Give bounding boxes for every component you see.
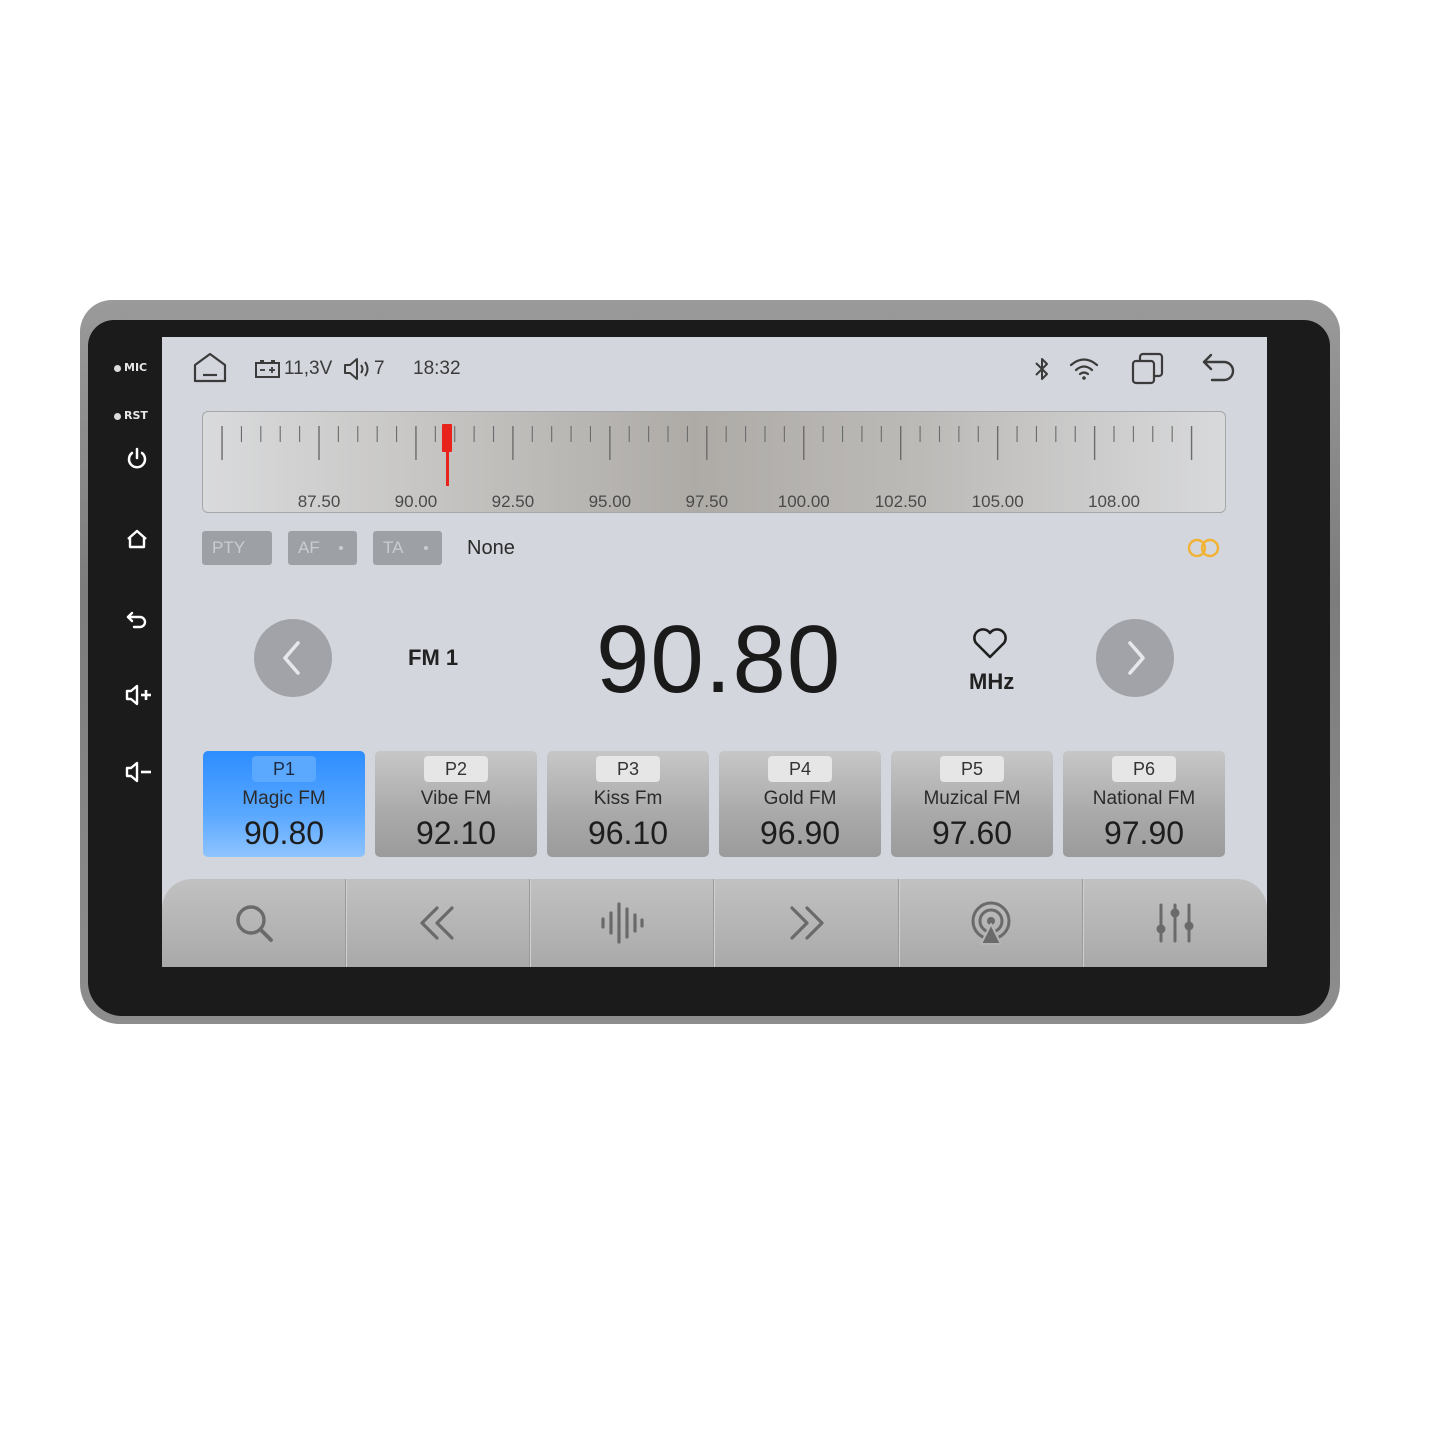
dial-tick-label: 108.00: [1088, 492, 1140, 511]
preset-p5[interactable]: P5 Muzical FM 97.60: [891, 751, 1053, 857]
volume-up-icon[interactable]: [122, 681, 156, 709]
wifi-icon[interactable]: [1068, 355, 1100, 386]
preset-slot: P3: [596, 756, 660, 782]
prev-station-button[interactable]: [254, 619, 332, 697]
frequency-needle[interactable]: [441, 424, 452, 486]
heart-icon[interactable]: [971, 625, 1009, 666]
battery-icon: [254, 358, 282, 385]
voltage-text: 11,3V: [284, 358, 333, 379]
preset-p3[interactable]: P3 Kiss Fm 96.10: [547, 751, 709, 857]
dial-tick-label: 95.00: [588, 492, 632, 511]
bluetooth-icon[interactable]: [1032, 355, 1052, 388]
frequency-unit: MHz: [969, 669, 1015, 694]
volume-level: 7: [374, 358, 385, 379]
seek-forward-icon: [790, 906, 824, 940]
broadcast-icon: [971, 901, 1011, 945]
preset-name: Gold FM: [763, 788, 837, 809]
pty-button[interactable]: PTY: [202, 531, 272, 565]
radio-screen: 11,3V 7 18:32 87.50 90.00 92.50 95.00 97.50 1…: [162, 337, 1267, 967]
multiwindow-icon[interactable]: [1130, 351, 1166, 392]
stereo-icon: [1186, 537, 1222, 564]
preset-name: Muzical FM: [923, 788, 1021, 809]
band-label: FM 1: [408, 645, 459, 670]
seek-back-button[interactable]: [346, 879, 530, 967]
next-station-button[interactable]: [1096, 619, 1174, 697]
volume-down-icon[interactable]: [122, 758, 156, 786]
preset-name: National FM: [1092, 788, 1196, 809]
preset-slot: P1: [252, 756, 316, 782]
back-icon[interactable]: [1200, 351, 1238, 392]
current-frequency: 90.80: [596, 606, 842, 713]
preset-frequency: 96.10: [587, 815, 669, 851]
search-button[interactable]: [162, 879, 346, 967]
equalizer-icon: [1156, 903, 1194, 943]
dial-tick-label: 105.00: [971, 492, 1024, 511]
dial-tick-label: 90.00: [394, 492, 438, 511]
clock: 18:32: [413, 358, 461, 379]
preset-frequency: 92.10: [415, 815, 497, 851]
preset-p1[interactable]: P1 Magic FM 90.80: [203, 751, 365, 857]
volume-icon[interactable]: [342, 356, 374, 387]
broadcast-button[interactable]: [899, 879, 1083, 967]
hw-back-icon[interactable]: [122, 604, 156, 632]
audio-wave-icon: [601, 902, 644, 944]
dial-tick-label: 92.50: [491, 492, 535, 511]
preset-p6[interactable]: P6 National FM 97.90: [1063, 751, 1225, 857]
power-icon[interactable]: [122, 445, 156, 473]
dial-tick-label: 87.50: [297, 492, 341, 511]
dial-tick-label: 102.50: [874, 492, 927, 511]
preset-frequency: 96.90: [759, 815, 841, 851]
rds-station-text: None: [467, 537, 515, 559]
preset-slot: P6: [1112, 756, 1176, 782]
mic-label: MIC: [114, 361, 147, 374]
preset-frequency: 90.80: [243, 815, 325, 851]
dial-tick-label: 97.50: [685, 492, 729, 511]
seek-forward-button[interactable]: [714, 879, 898, 967]
preset-name: Magic FM: [242, 788, 326, 809]
seek-back-icon: [420, 906, 454, 940]
preset-name: Vibe FM: [420, 788, 492, 809]
home-icon[interactable]: [192, 351, 228, 390]
ta-button[interactable]: TA: [373, 531, 442, 565]
bottom-toolbar: [162, 879, 1267, 967]
preset-frequency: 97.60: [931, 815, 1013, 851]
preset-frequency: 97.90: [1103, 815, 1185, 851]
preset-name: Kiss Fm: [593, 788, 663, 809]
hw-home-icon[interactable]: [122, 525, 156, 553]
equalizer-button[interactable]: [1083, 879, 1267, 967]
af-button[interactable]: AF: [288, 531, 357, 565]
preset-slot: P2: [424, 756, 488, 782]
frequency-dial[interactable]: 87.50 90.00 92.50 95.00 97.50 100.00 102.50 105…: [202, 411, 1226, 513]
chevron-left-icon: [283, 641, 300, 675]
audio-wave-button[interactable]: [530, 879, 714, 967]
preset-p2[interactable]: P2 Vibe FM 92.10: [375, 751, 537, 857]
preset-slot: P5: [940, 756, 1004, 782]
preset-slot: P4: [768, 756, 832, 782]
search-icon: [236, 905, 273, 942]
dial-tick-label: 100.00: [777, 492, 830, 511]
rst-label[interactable]: RST: [114, 409, 148, 422]
preset-p4[interactable]: P4 Gold FM 96.90: [719, 751, 881, 857]
chevron-right-icon: [1128, 641, 1145, 675]
